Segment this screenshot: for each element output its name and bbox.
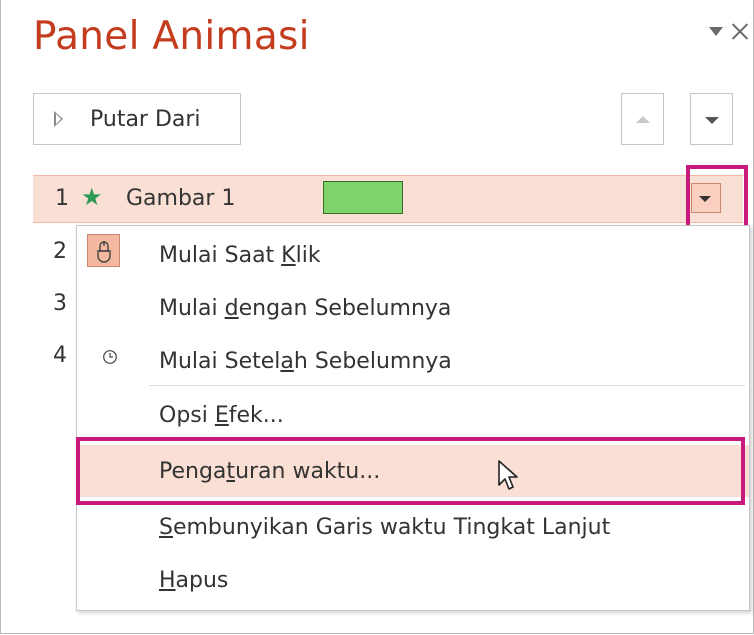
pane-title: Panel Animasi xyxy=(33,14,310,59)
star-icon: ★ xyxy=(81,183,103,211)
animation-item-number: 1 xyxy=(55,186,69,211)
play-from-label: Putar Dari xyxy=(90,106,201,132)
menu-item-label: Sembunyikan Garis waktu Tingkat Lanjut xyxy=(159,515,611,540)
move-earlier-button[interactable] xyxy=(621,93,664,145)
clock-icon xyxy=(103,350,117,364)
menu-item-label: Opsi Efek... xyxy=(159,403,284,428)
task-pane-options-icon[interactable] xyxy=(709,26,723,36)
menu-item-remove[interactable]: Hapus xyxy=(77,554,749,606)
menu-item-start-after-previous[interactable]: Mulai Setelah Sebelumnya xyxy=(77,335,749,387)
animation-item-number[interactable]: 3 xyxy=(53,291,67,316)
animation-item-name: Gambar 1 xyxy=(126,186,236,211)
animation-pane: Panel Animasi Putar Dari 1 ★ Gambar 1 2 … xyxy=(0,0,754,634)
menu-item-label: Hapus xyxy=(159,568,229,593)
play-from-button[interactable]: Putar Dari xyxy=(33,93,241,145)
animation-item-selected[interactable]: 1 ★ Gambar 1 xyxy=(33,175,743,223)
dropdown-highlight-box xyxy=(686,165,748,231)
mouse-click-icon xyxy=(87,234,120,267)
item-context-menu: Mulai Saat Klik Mulai dengan Sebelumnya … xyxy=(76,225,750,611)
menu-item-label: Mulai dengan Sebelumnya xyxy=(159,296,452,321)
move-later-button[interactable] xyxy=(690,93,733,145)
animation-item-number[interactable]: 2 xyxy=(53,239,67,264)
close-icon[interactable] xyxy=(731,22,749,40)
timing-highlight-box xyxy=(76,437,745,505)
menu-item-effect-options[interactable]: Opsi Efek... xyxy=(77,389,749,441)
arrow-down-icon xyxy=(705,117,719,124)
menu-item-start-on-click[interactable]: Mulai Saat Klik xyxy=(77,229,749,281)
menu-item-label: Mulai Saat Klik xyxy=(159,243,321,268)
timeline-bar[interactable] xyxy=(323,181,403,214)
play-icon xyxy=(54,111,63,127)
menu-separator xyxy=(149,385,745,386)
menu-item-label: Mulai Setelah Sebelumnya xyxy=(159,349,452,374)
mouse-pointer-icon xyxy=(498,460,518,490)
menu-item-hide-advanced-timeline[interactable]: Sembunyikan Garis waktu Tingkat Lanjut xyxy=(77,501,749,553)
menu-item-start-with-previous[interactable]: Mulai dengan Sebelumnya xyxy=(77,282,749,334)
pane-window-controls xyxy=(709,22,753,40)
arrow-up-icon xyxy=(636,116,650,123)
animation-item-number[interactable]: 4 xyxy=(53,343,67,368)
